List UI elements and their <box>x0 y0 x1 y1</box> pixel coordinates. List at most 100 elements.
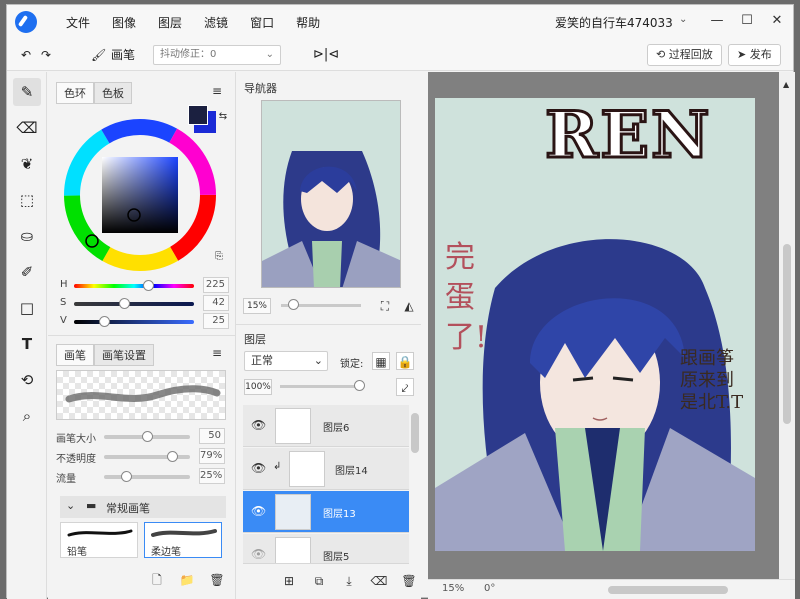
canvas-vertical-scrollbar[interactable]: ▲ <box>779 72 795 579</box>
redo-icon[interactable]: ↷ <box>41 45 51 65</box>
tab-color-wheel[interactable]: 色环 <box>56 82 94 104</box>
menu-filter[interactable]: 滤镜 <box>193 14 239 31</box>
brush-size-value[interactable]: 50 <box>199 428 225 444</box>
saturation-value[interactable]: 42 <box>203 295 229 311</box>
layer-opacity-knob[interactable] <box>354 380 365 391</box>
add-layer-icon[interactable]: ⊞ <box>280 572 298 590</box>
eraser-icon[interactable]: ⌫ <box>13 114 41 142</box>
menu-help[interactable]: 帮助 <box>285 14 331 31</box>
brush-preset-soft[interactable]: 柔边笔 <box>144 522 222 558</box>
flow-slider[interactable]: 流量 25% <box>56 468 231 485</box>
eye-icon[interactable]: 👁 <box>251 461 266 475</box>
opacity-slider[interactable]: 不透明度 79% <box>56 448 231 465</box>
foreground-color-swatch[interactable] <box>188 105 208 125</box>
trash-icon[interactable]: 🗑 <box>400 572 418 590</box>
layer-name: 图层5 <box>323 552 350 563</box>
document-title[interactable]: 爱笑的自行车474033 <box>555 14 673 31</box>
publish-button[interactable]: ➤ 发布 <box>728 44 781 66</box>
fit-screen-icon[interactable]: ⛶ <box>376 297 394 315</box>
tab-swatches[interactable]: 色板 <box>94 82 132 104</box>
brush-size-slider[interactable]: 画笔大小 50 <box>56 428 231 445</box>
layers-scrollbar[interactable] <box>411 413 419 453</box>
copy-color-icon[interactable]: ⎘ <box>210 248 228 266</box>
eye-icon[interactable]: 👁 <box>251 504 266 518</box>
layer-row-selected[interactable]: 👁 图层13 <box>243 491 409 533</box>
tab-brush-settings[interactable]: 画笔设置 <box>94 344 154 366</box>
app-logo-icon[interactable] <box>15 11 37 33</box>
menu-layer[interactable]: 图层 <box>147 14 193 31</box>
navigator-thumbnail[interactable] <box>261 100 401 288</box>
smudge-icon[interactable]: ❦ <box>13 150 41 178</box>
folder-icon[interactable]: 📁 <box>178 571 196 589</box>
eye-icon[interactable]: 👁 <box>251 547 266 561</box>
brush-group-header[interactable]: ⌄ ▬ 常规画笔 <box>60 496 226 518</box>
saturation-slider[interactable]: S 42 <box>60 295 240 311</box>
saturation-knob[interactable] <box>119 298 131 309</box>
tab-brush[interactable]: 画笔 <box>56 344 94 366</box>
brush-size-knob[interactable] <box>142 431 153 442</box>
merge-down-icon[interactable]: ⤓ <box>340 572 358 590</box>
brush-icon[interactable]: ✎ <box>13 78 41 106</box>
layer-row[interactable]: 👁 图层5 <box>243 534 409 564</box>
process-replay-button[interactable]: ⟲ 过程回放 <box>647 44 722 66</box>
menu-image[interactable]: 图像 <box>101 14 147 31</box>
clear-layer-icon[interactable]: ⌫ <box>370 572 388 590</box>
layer-row[interactable]: 👁 图层6 <box>243 405 409 447</box>
artwork-canvas[interactable]: REN 完蛋了! 跟画筝 原来到 是北T.T <box>435 98 755 551</box>
flow-knob[interactable] <box>120 471 132 482</box>
clipping-icon[interactable]: ⤦ <box>396 378 414 396</box>
fill-bucket-icon[interactable]: ⛀ <box>13 222 41 250</box>
value-label: V <box>60 315 67 326</box>
swap-colors-icon[interactable]: ⇆ <box>214 108 232 126</box>
opacity-value[interactable]: 79% <box>199 448 225 464</box>
color-wheel[interactable] <box>62 117 218 273</box>
canvas-scroll-thumb[interactable] <box>783 244 791 424</box>
navigator-zoom-value[interactable]: 15% <box>243 298 271 314</box>
hue-value[interactable]: 225 <box>203 277 229 293</box>
chevron-down-icon[interactable]: ⌄ <box>679 14 687 25</box>
value-slider[interactable]: V 25 <box>60 313 240 329</box>
layer-row[interactable]: 👁 ↲ 图层14 <box>243 448 409 490</box>
hue-track[interactable] <box>74 284 194 288</box>
canvas-horizontal-scrollbar[interactable] <box>608 586 728 594</box>
hue-knob[interactable] <box>143 280 155 291</box>
close-button[interactable]: ✕ <box>767 11 787 31</box>
text-icon[interactable]: T <box>13 330 41 358</box>
panel-menu-icon[interactable]: ≡ <box>208 82 226 100</box>
menu-file[interactable]: 文件 <box>55 14 101 31</box>
new-brush-icon[interactable]: 🗋 <box>148 571 166 589</box>
value-value[interactable]: 25 <box>203 313 229 329</box>
panel-menu-icon[interactable]: ≡ <box>208 344 226 362</box>
selection-icon[interactable]: ⬚ <box>13 186 41 214</box>
duplicate-layer-icon[interactable]: ⧉ <box>310 572 328 590</box>
layer-opacity-track[interactable] <box>280 385 360 388</box>
brush-preset-pencil[interactable]: 铅笔 <box>60 522 138 558</box>
eye-icon[interactable]: 👁 <box>251 418 266 432</box>
lock-transparency-icon[interactable]: ▦ <box>372 352 390 370</box>
chevron-up-icon[interactable]: ▲ <box>783 80 789 89</box>
flip-horizontal-icon[interactable]: ⊳|⊲ <box>313 45 339 65</box>
undo-icon[interactable]: ↶ <box>21 45 31 65</box>
menu-window[interactable]: 窗口 <box>239 14 285 31</box>
hue-slider[interactable]: H 225 <box>60 277 240 293</box>
zoom-icon[interactable]: ⌕ <box>13 402 41 430</box>
flip-icon[interactable]: ◭ <box>400 297 418 315</box>
flow-value[interactable]: 25% <box>199 468 225 484</box>
maximize-button[interactable]: ☐ <box>737 11 757 31</box>
opacity-knob[interactable] <box>166 451 178 462</box>
lock-icon[interactable]: 🔒 <box>396 352 414 370</box>
stabilizer-select[interactable]: 抖动修正：0 ⌄ <box>153 45 281 65</box>
layer-opacity-value[interactable]: 100% <box>244 379 272 395</box>
blend-mode-select[interactable]: 正常 ⌄ <box>244 351 328 371</box>
opacity-label: 不透明度 <box>56 454 96 465</box>
trash-icon[interactable]: 🗑 <box>208 571 226 589</box>
navigator-zoom-knob[interactable] <box>288 299 299 310</box>
eyedropper-icon[interactable]: ✐ <box>13 258 41 286</box>
transform-icon[interactable]: ⟲ <box>13 366 41 394</box>
value-knob[interactable] <box>99 316 110 327</box>
saturation-track[interactable] <box>74 302 194 306</box>
shape-icon[interactable]: □ <box>13 294 41 322</box>
value-track[interactable] <box>74 320 194 324</box>
minimize-button[interactable]: — <box>707 11 727 31</box>
flow-track[interactable] <box>104 475 190 479</box>
